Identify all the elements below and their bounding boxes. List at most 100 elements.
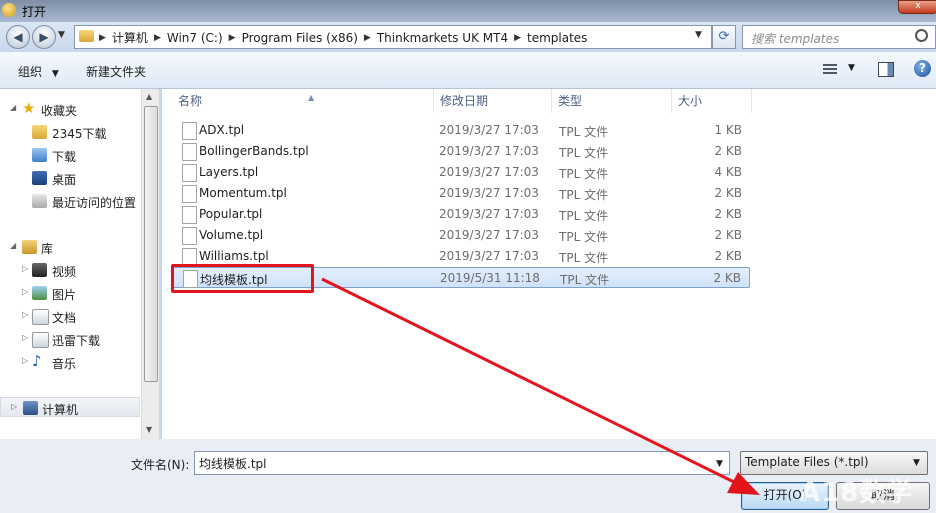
navigation-bar: ◀ ▶ ▼ ▶ 计算机 ▶ Win7 (C:) ▶ Program Files …: [0, 22, 936, 52]
library-icon: [22, 240, 37, 254]
sidebar-item-computer[interactable]: ▷ 计算机: [0, 397, 140, 417]
file-type-value: Template Files (*.tpl): [745, 455, 869, 469]
breadcrumb-separator-icon[interactable]: ▶: [99, 33, 106, 43]
file-size: 2 KB: [713, 271, 741, 285]
breadcrumb-separator-icon[interactable]: ▶: [364, 33, 371, 43]
navigation-pane: ◢ ★ 收藏夹 2345下载 下载 桌面 最近访问的位置 ◢ 库 ▷ 视频 ▷ …: [0, 89, 159, 439]
filename-dropdown-icon[interactable]: ▼: [716, 459, 723, 469]
file-name: BollingerBands.tpl: [199, 144, 309, 158]
breadcrumb-separator-icon[interactable]: ▶: [514, 33, 521, 43]
video-icon: [32, 263, 47, 277]
sidebar-item-desktop[interactable]: 桌面: [0, 168, 140, 188]
search-input[interactable]: 搜索 templates: [742, 25, 936, 49]
sidebar-item-documents[interactable]: ▷ 文档: [0, 306, 140, 326]
help-icon[interactable]: ?: [914, 60, 931, 77]
file-size: 2 KB: [714, 249, 742, 263]
file-name: Layers.tpl: [199, 165, 259, 179]
file-type: TPL 文件: [559, 125, 609, 139]
sidebar-item-thunder-downloads[interactable]: ▷ 迅雷下载: [0, 329, 140, 349]
download-folder-icon: [32, 148, 47, 162]
forward-button[interactable]: ▶: [32, 25, 56, 49]
file-row[interactable]: Popular.tpl 2019/3/27 17:03 TPL 文件 2 KB: [172, 204, 750, 225]
sidebar-item-downloads[interactable]: 下载: [0, 145, 140, 165]
sidebar-item-pictures[interactable]: ▷ 图片: [0, 283, 140, 303]
sidebar-item-recent-places[interactable]: 最近访问的位置: [0, 191, 140, 211]
file-size: 2 KB: [714, 228, 742, 242]
column-header-name[interactable]: 名称 ▲: [172, 89, 434, 113]
sort-ascending-icon: ▲: [308, 93, 315, 102]
expand-arrow-icon[interactable]: ▷: [22, 356, 28, 365]
sidebar-item-label: 迅雷下载: [52, 334, 101, 348]
sidebar-item-music[interactable]: ▷ ♪ 音乐: [0, 352, 140, 372]
scroll-down-icon[interactable]: ▼: [146, 425, 152, 434]
folder-icon: [32, 125, 47, 139]
sidebar-item-favorites[interactable]: ◢ ★ 收藏夹: [0, 99, 140, 119]
file-date: 2019/3/27 17:03: [439, 165, 539, 179]
file-size: 2 KB: [714, 207, 742, 221]
refresh-button[interactable]: ⟳: [712, 25, 736, 49]
breadcrumb-item[interactable]: Program Files (x86): [242, 31, 358, 45]
preview-pane-icon[interactable]: [878, 62, 894, 77]
scrollbar-thumb[interactable]: [144, 106, 158, 382]
view-dropdown-icon[interactable]: ▼: [848, 63, 855, 73]
address-dropdown-icon[interactable]: ▼: [695, 30, 702, 40]
sidebar-item-2345-downloads[interactable]: 2345下载: [0, 122, 140, 142]
file-name: Williams.tpl: [199, 249, 269, 263]
breadcrumb-separator-icon[interactable]: ▶: [229, 33, 236, 43]
close-button[interactable]: x: [898, 0, 936, 14]
expand-arrow-icon[interactable]: ▷: [22, 310, 28, 319]
new-folder-button[interactable]: 新建文件夹: [86, 63, 146, 80]
file-date: 2019/3/27 17:03: [439, 249, 539, 263]
filename-input[interactable]: 均线模板.tpl: [194, 451, 730, 475]
column-header-type[interactable]: 类型: [552, 89, 672, 113]
sidebar-item-label: 2345下载: [52, 127, 107, 141]
sidebar-item-videos[interactable]: ▷ 视频: [0, 260, 140, 280]
file-type: TPL 文件: [559, 230, 609, 244]
file-row[interactable]: Layers.tpl 2019/3/27 17:03 TPL 文件 4 KB: [172, 162, 750, 183]
column-header-size[interactable]: 大小: [672, 89, 752, 113]
file-row[interactable]: BollingerBands.tpl 2019/3/27 17:03 TPL 文件 2…: [172, 141, 750, 162]
file-date: 2019/3/27 17:03: [439, 228, 539, 242]
breadcrumb-item[interactable]: Thinkmarkets UK MT4: [377, 31, 508, 45]
file-type: TPL 文件: [559, 167, 609, 181]
file-type: TPL 文件: [560, 273, 610, 287]
expand-arrow-icon[interactable]: ▷: [22, 287, 28, 296]
sidebar-item-label: 收藏夹: [41, 104, 78, 118]
scroll-up-icon[interactable]: ▲: [146, 92, 152, 101]
view-options-icon[interactable]: [823, 64, 837, 75]
sidebar-item-label: 下载: [52, 150, 77, 164]
breadcrumb-item[interactable]: templates: [527, 31, 587, 45]
file-name: ADX.tpl: [199, 123, 245, 137]
expand-arrow-icon[interactable]: ▷: [11, 402, 17, 411]
file-row[interactable]: Volume.tpl 2019/3/27 17:03 TPL 文件 2 KB: [172, 225, 750, 246]
file-row[interactable]: ADX.tpl 2019/3/27 17:03 TPL 文件 1 KB: [172, 120, 750, 141]
breadcrumb-item[interactable]: Win7 (C:): [167, 31, 223, 45]
file-row[interactable]: Momentum.tpl 2019/3/27 17:03 TPL 文件 2 KB: [172, 183, 750, 204]
sidebar-item-label: 库: [41, 242, 54, 256]
file-date: 2019/3/27 17:03: [439, 144, 539, 158]
address-bar[interactable]: ▶ 计算机 ▶ Win7 (C:) ▶ Program Files (x86) …: [74, 25, 712, 49]
breadcrumb: ▶ 计算机 ▶ Win7 (C:) ▶ Program Files (x86) …: [99, 29, 587, 46]
expand-arrow-icon[interactable]: ▷: [22, 264, 28, 273]
command-toolbar: 组织 ▼ 新建文件夹 ▼ ?: [0, 52, 936, 89]
organize-button[interactable]: 组织 ▼: [18, 63, 59, 80]
sidebar-item-label: 桌面: [52, 173, 77, 187]
folder-icon: [79, 30, 94, 42]
expand-arrow-icon[interactable]: ▷: [22, 333, 28, 342]
file-type: TPL 文件: [559, 146, 609, 160]
breadcrumb-item[interactable]: 计算机: [112, 29, 148, 46]
collapse-arrow-icon[interactable]: ◢: [10, 241, 16, 250]
sidebar-item-libraries[interactable]: ◢ 库: [0, 237, 140, 257]
recent-pages-dropdown-icon[interactable]: ▼: [58, 30, 65, 40]
sidebar-item-label: 图片: [52, 288, 77, 302]
file-date: 2019/3/27 17:03: [439, 123, 539, 137]
collapse-arrow-icon[interactable]: ◢: [10, 103, 16, 112]
back-button[interactable]: ◀: [6, 25, 30, 49]
chevron-down-icon: ▼: [913, 458, 920, 468]
sidebar-item-label: 最近访问的位置: [52, 196, 137, 210]
search-icon[interactable]: [915, 29, 928, 42]
navigation-scrollbar[interactable]: ▲ ▼: [141, 89, 159, 439]
downloads-library-icon: [32, 332, 49, 348]
breadcrumb-separator-icon[interactable]: ▶: [154, 33, 161, 43]
column-header-date[interactable]: 修改日期: [434, 89, 552, 113]
